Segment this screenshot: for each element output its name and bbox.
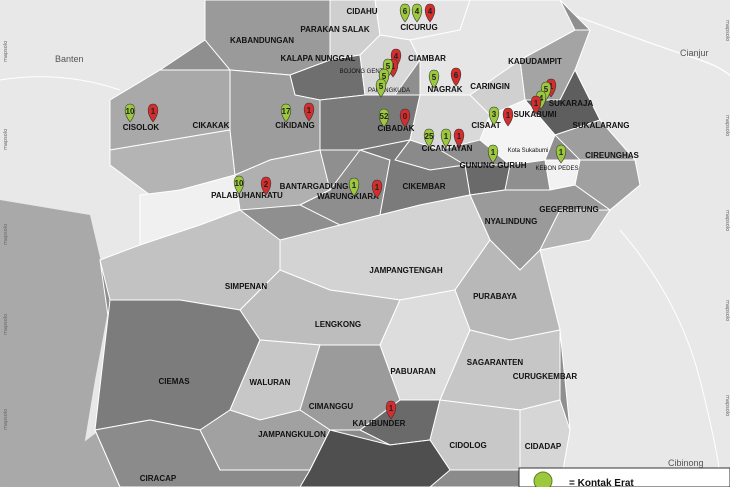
- marker-value: 0: [403, 112, 408, 121]
- district-kalibunder: KALIBUNDER: [353, 419, 406, 428]
- district-cikakak: CIKAKAK: [193, 121, 230, 130]
- watermark-left-2: mapsolo: [3, 129, 9, 150]
- watermark-left-5: mapsolo: [3, 409, 9, 430]
- district-cireunghas: CIREUNGHAS: [585, 151, 639, 160]
- district-warungkiara: WARUNGKIARA: [317, 192, 379, 201]
- district-kabandungan: KABANDUNGAN: [230, 36, 294, 45]
- district-nyalindung: NYALINDUNG: [485, 217, 538, 226]
- marker-value: 1: [151, 107, 156, 116]
- district-ciambar: CIAMBAR: [408, 54, 446, 63]
- district-purabaya: PURABAYA: [473, 292, 517, 301]
- watermark-right-2: mapsolo: [724, 115, 730, 136]
- district-jampangtengah: JAMPANGTENGAH: [369, 266, 442, 275]
- district-palabuhanratu: PALABUHANRATU: [211, 191, 283, 200]
- marker-value: 2: [264, 180, 269, 189]
- marker-value: 1: [352, 181, 357, 190]
- district-bantargadung: BANTARGADUNG: [280, 182, 349, 191]
- district-ciemas: CIEMAS: [158, 377, 190, 386]
- legend: = Kontak Erat: [518, 467, 730, 487]
- district-cicurug: CICURUG: [400, 23, 437, 32]
- watermark-right-3: mapsolo: [724, 210, 730, 231]
- district-kotasukabumi: Kota Sukabumi: [508, 148, 549, 154]
- district-pabuaran: PABUARAN: [390, 367, 435, 376]
- marker-value: 1: [559, 148, 564, 157]
- district-cisaat: CISAAT: [471, 121, 500, 130]
- watermark-right-5: mapsolo: [724, 395, 730, 416]
- district-kadudampit: KADUDAMPIT: [508, 57, 562, 66]
- marker-value: 6: [454, 71, 459, 80]
- watermark-left-1: mapsolo: [3, 41, 9, 62]
- marker-value: 4: [415, 7, 420, 16]
- district-cisolok: CISOLOK: [123, 123, 160, 132]
- legend-kontak-erat-label: = Kontak Erat: [569, 478, 634, 487]
- marker-value: 52: [380, 112, 389, 121]
- marker-value: 17: [282, 107, 291, 116]
- label-cibinong: Cibinong: [668, 458, 704, 468]
- label-banten: Banten: [55, 54, 84, 64]
- district-parakansalak: PARAKAN SALAK: [300, 25, 369, 34]
- district-cidadap: CIDADAP: [525, 442, 562, 451]
- watermark-right-4: mapsolo: [724, 300, 730, 321]
- marker-value: 1: [506, 111, 511, 120]
- marker-value: 25: [425, 132, 434, 141]
- watermark-left-3: mapsolo: [3, 224, 9, 245]
- district-lengkong: LENGKONG: [315, 320, 361, 329]
- district-curugkembar: CURUGKEMBAR: [513, 372, 578, 381]
- marker-value: 1: [307, 106, 312, 115]
- district-sagaranten: SAGARANTEN: [467, 358, 524, 367]
- marker-value: 1: [534, 99, 539, 108]
- district-cikembar: CIKEMBAR: [402, 182, 445, 191]
- district-map: Banten Cianjur Cibinong mapsolo mapsolo …: [0, 0, 730, 487]
- district-simpenan: SIMPENAN: [225, 282, 267, 291]
- district-caringin: CARINGIN: [470, 82, 510, 91]
- watermark-left-4: mapsolo: [3, 314, 9, 335]
- marker-value: 10: [126, 107, 135, 116]
- district-cikidang: CIKIDANG: [275, 121, 315, 130]
- marker-value: 5: [432, 73, 437, 82]
- marker-value: 1: [457, 132, 462, 141]
- marker-value: 10: [235, 179, 244, 188]
- district-cidahu: CIDAHU: [346, 7, 377, 16]
- district-sukaraja: SUKARAJA: [549, 99, 594, 108]
- label-cianjur: Cianjur: [680, 48, 709, 58]
- district-kalapanunggal: KALAPA NUNGGAL: [280, 54, 355, 63]
- marker-value: 6: [403, 7, 408, 16]
- marker-value: 3: [492, 110, 497, 119]
- district-cimanggu: CIMANGGU: [309, 402, 354, 411]
- legend-kontak-erat-icon: [533, 471, 553, 487]
- district-parungkuda: PARUNGKUDA: [368, 88, 410, 94]
- district-gegerbitung: GEGERBITUNG: [539, 205, 599, 214]
- marker-value: 1: [491, 148, 496, 157]
- marker-value: 1: [389, 404, 394, 413]
- district-waluran: WALURAN: [250, 378, 291, 387]
- district-kebonpedes: KEBON PEDES: [535, 166, 578, 172]
- district-ciracap: CIRACAP: [140, 474, 177, 483]
- district-jampangkulon: JAMPANGKULON: [258, 430, 326, 439]
- district-sukalarang: SUKALARANG: [573, 121, 630, 130]
- marker-value: 5: [379, 82, 384, 91]
- watermark-right-1: mapsolo: [724, 20, 730, 41]
- district-cidolog: CIDOLOG: [449, 441, 486, 450]
- marker-value: 1: [444, 132, 449, 141]
- marker-value: 1: [375, 183, 380, 192]
- marker-value: 4: [428, 7, 433, 16]
